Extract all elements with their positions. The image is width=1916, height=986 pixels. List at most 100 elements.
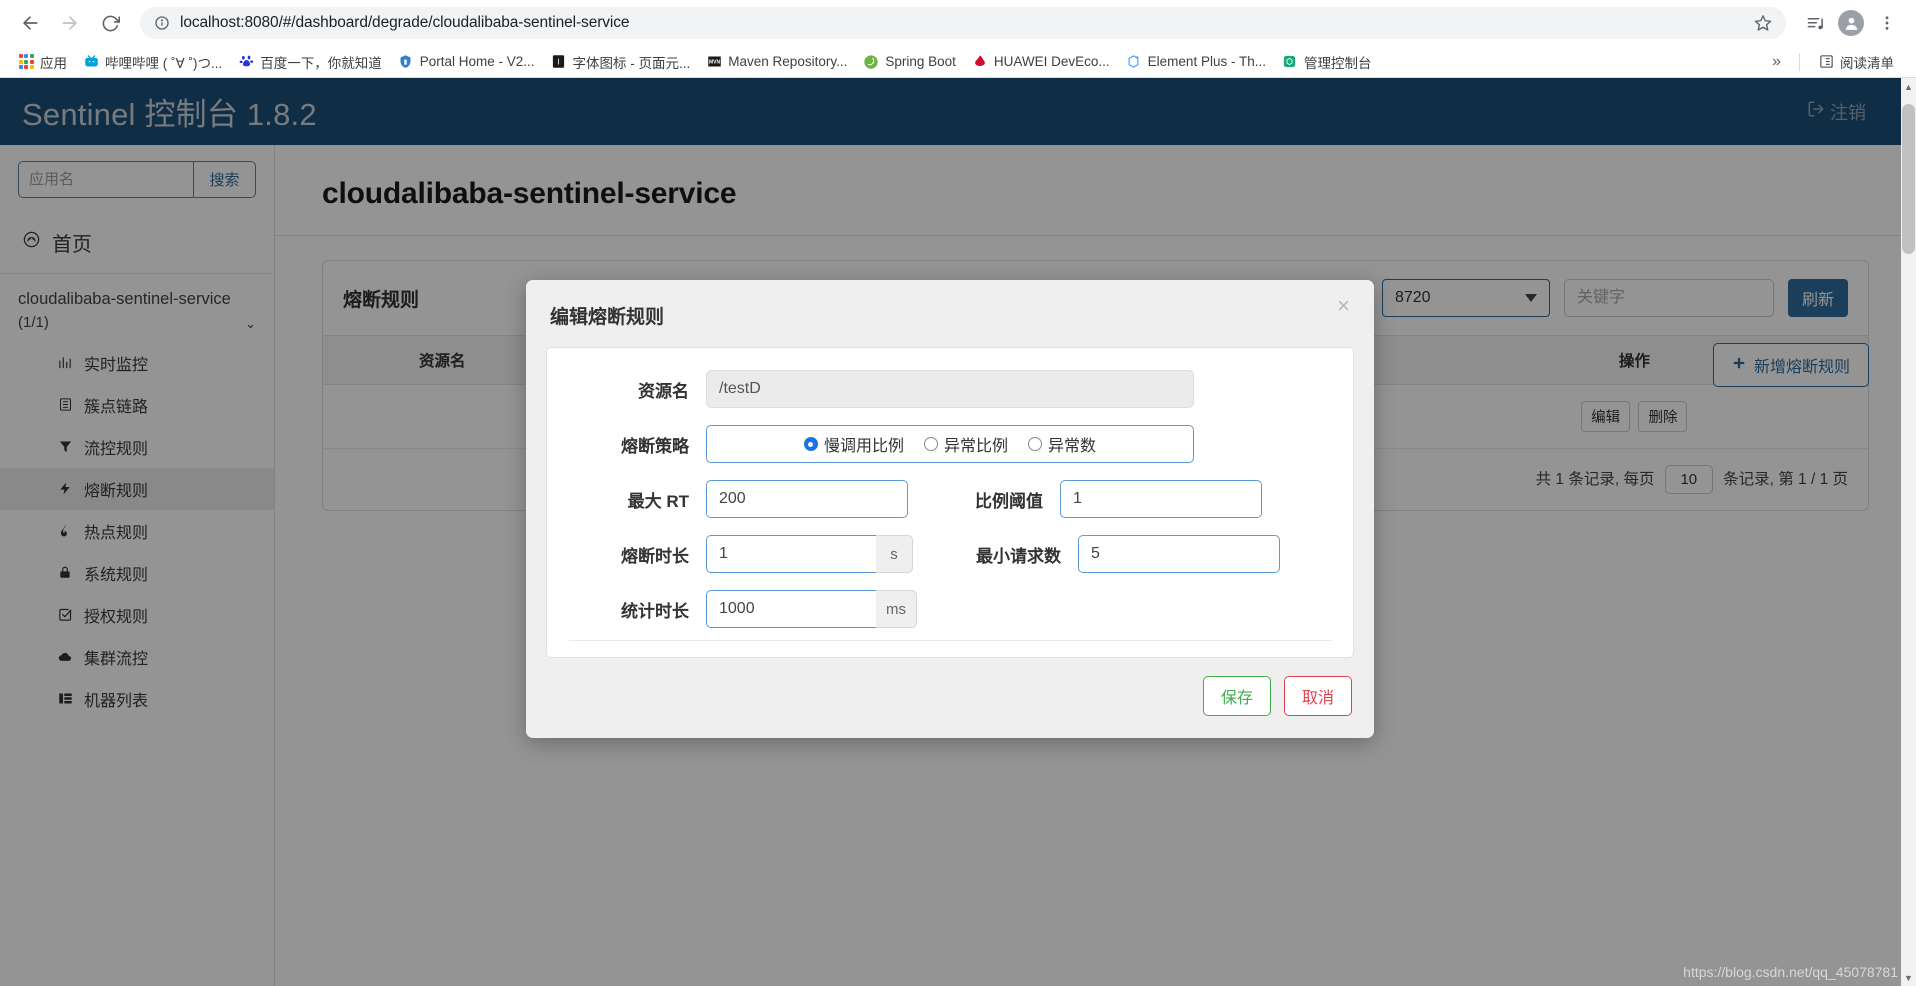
cancel-button[interactable]: 取消 — [1284, 676, 1352, 716]
huawei-icon — [972, 54, 988, 70]
apps-grid-icon — [18, 54, 34, 70]
fonticon-icon: I — [551, 54, 567, 70]
bookmark-label: Portal Home - V2... — [420, 54, 535, 69]
max-rt-input[interactable] — [706, 480, 908, 518]
url-text: localhost:8080/#/dashboard/degrade/cloud… — [180, 14, 1746, 32]
field-row-duration-minreq: 熔断时长 s 最小请求数 — [547, 535, 1353, 573]
site-info-icon[interactable] — [154, 15, 170, 31]
field-row-stat-interval: 统计时长 ms — [547, 590, 1353, 628]
bookmarks-overflow-button[interactable]: » — [1764, 53, 1789, 71]
address-bar[interactable]: localhost:8080/#/dashboard/degrade/cloud… — [140, 7, 1786, 39]
strategy-radio-group: 慢调用比例 异常比例 异常数 — [706, 425, 1194, 463]
strategy-label: 熔断策略 — [547, 432, 706, 457]
reading-list-label: 阅读清单 — [1840, 52, 1894, 72]
edit-degrade-rule-modal: 编辑熔断规则 × 资源名 熔断策略 慢调用比例 异常比例 — [526, 280, 1374, 738]
save-button[interactable]: 保存 — [1203, 676, 1271, 716]
back-icon[interactable] — [12, 5, 48, 41]
bookmark-label: Spring Boot — [885, 54, 956, 69]
bilibili-icon — [83, 54, 99, 70]
max-rt-label: 最大 RT — [547, 487, 706, 512]
bookmark-element-plus[interactable]: Element Plus - Th... — [1118, 51, 1274, 73]
bookmark-label: 百度一下，你就知道 — [260, 52, 382, 72]
bookmark-bilibili[interactable]: 哔哩哔哩 ( ˚∀ ˚)つ... — [75, 49, 230, 75]
modal-body: 资源名 熔断策略 慢调用比例 异常比例 异常数 — [546, 347, 1354, 658]
bookmark-label: HUAWEI DevEco... — [994, 54, 1110, 69]
bookmark-label: Maven Repository... — [728, 54, 847, 69]
chrome-menu-icon[interactable] — [1870, 6, 1904, 40]
console-icon — [1282, 54, 1298, 70]
bookmark-label: 哔哩哔哩 ( ˚∀ ˚)つ... — [105, 52, 222, 72]
scroll-up-icon[interactable]: ▲ — [1901, 78, 1916, 95]
maven-icon: MVN — [706, 54, 722, 70]
bookmark-fonticon[interactable]: I 字体图标 - 页面元... — [543, 49, 699, 75]
divider — [1799, 53, 1800, 71]
bookmark-console[interactable]: 管理控制台 — [1274, 49, 1380, 75]
bookmark-apps[interactable]: 应用 — [10, 49, 75, 75]
bookmark-star-icon[interactable] — [1754, 14, 1772, 32]
browser-chrome: localhost:8080/#/dashboard/degrade/cloud… — [0, 0, 1916, 78]
radio-slow-call-ratio[interactable]: 慢调用比例 — [804, 432, 904, 456]
ratio-threshold-label: 比例阈值 — [908, 487, 1060, 512]
circuit-duration-group: 熔断时长 s — [547, 535, 913, 573]
scroll-down-icon[interactable]: ▼ — [1901, 969, 1916, 986]
modal-header: 编辑熔断规则 × — [526, 280, 1374, 347]
max-rt-group: 最大 RT — [547, 480, 908, 518]
radio-indicator — [1028, 437, 1042, 451]
bookmark-baidu[interactable]: 百度一下，你就知道 — [230, 49, 390, 75]
stat-interval-group: 统计时长 ms — [547, 590, 917, 628]
element-plus-icon — [1126, 54, 1142, 70]
browser-toolbar: localhost:8080/#/dashboard/degrade/cloud… — [0, 0, 1916, 46]
bookmark-label: 管理控制台 — [1304, 52, 1372, 72]
circuit-duration-unit: s — [876, 535, 913, 573]
radio-indicator — [804, 437, 818, 451]
bookmark-huawei-deveco[interactable]: HUAWEI DevEco... — [964, 51, 1118, 73]
close-icon[interactable]: × — [1331, 294, 1356, 318]
min-request-group: 最小请求数 — [926, 535, 1280, 573]
radio-exception-ratio[interactable]: 异常比例 — [924, 432, 1008, 456]
avatar — [1838, 10, 1864, 36]
scrollbar-thumb[interactable] — [1902, 104, 1915, 254]
bookmark-spring-boot[interactable]: Spring Boot — [855, 51, 964, 73]
radio-label: 异常比例 — [944, 432, 1008, 456]
min-request-label: 最小请求数 — [926, 542, 1078, 567]
stat-interval-label: 统计时长 — [547, 597, 706, 622]
circuit-duration-label: 熔断时长 — [547, 542, 706, 567]
chrome-right-controls — [1798, 6, 1904, 40]
stat-interval-unit: ms — [876, 590, 917, 628]
radio-label: 异常数 — [1048, 432, 1096, 456]
page-scrollbar[interactable]: ▲ ▼ — [1901, 78, 1916, 986]
profile-avatar[interactable] — [1834, 6, 1868, 40]
circuit-duration-input[interactable] — [706, 535, 876, 573]
spring-icon — [863, 54, 879, 70]
reading-list-button[interactable]: 阅读清单 — [1810, 49, 1902, 75]
bookmark-maven[interactable]: MVN Maven Repository... — [698, 51, 855, 73]
reload-icon[interactable] — [92, 5, 128, 41]
field-row-rt-ratio: 最大 RT 比例阈值 — [547, 480, 1353, 518]
baidu-icon — [238, 54, 254, 70]
radio-exception-count[interactable]: 异常数 — [1028, 432, 1096, 456]
svg-text:I: I — [557, 58, 559, 67]
resource-label: 资源名 — [547, 377, 706, 402]
bookmark-portal-home[interactable]: Portal Home - V2... — [390, 51, 543, 73]
divider — [569, 640, 1331, 641]
forward-icon[interactable] — [52, 5, 88, 41]
radio-indicator — [924, 437, 938, 451]
portal-icon — [398, 54, 414, 70]
modal-footer: 保存 取消 — [526, 658, 1374, 738]
resource-input[interactable] — [706, 370, 1194, 408]
bookmarks-overflow-area: » 阅读清单 — [1764, 49, 1906, 75]
watermark: https://blog.csdn.net/qq_45078781 — [1683, 964, 1898, 980]
ratio-threshold-input[interactable] — [1060, 480, 1262, 518]
modal-title: 编辑熔断规则 — [550, 302, 1350, 329]
reading-list-icon — [1818, 54, 1834, 70]
ratio-threshold-group: 比例阈值 — [908, 480, 1262, 518]
bookmarks-bar: 应用 哔哩哔哩 ( ˚∀ ˚)つ... 百度一下，你就知道 Portal Hom… — [0, 46, 1916, 78]
field-row-strategy: 熔断策略 慢调用比例 异常比例 异常数 — [547, 425, 1353, 463]
media-list-icon[interactable] — [1798, 6, 1832, 40]
radio-label: 慢调用比例 — [824, 432, 904, 456]
stat-interval-input[interactable] — [706, 590, 876, 628]
field-row-resource: 资源名 — [547, 370, 1353, 408]
min-request-input[interactable] — [1078, 535, 1280, 573]
bookmark-label: 应用 — [40, 52, 67, 72]
bookmark-label: 字体图标 - 页面元... — [573, 52, 691, 72]
